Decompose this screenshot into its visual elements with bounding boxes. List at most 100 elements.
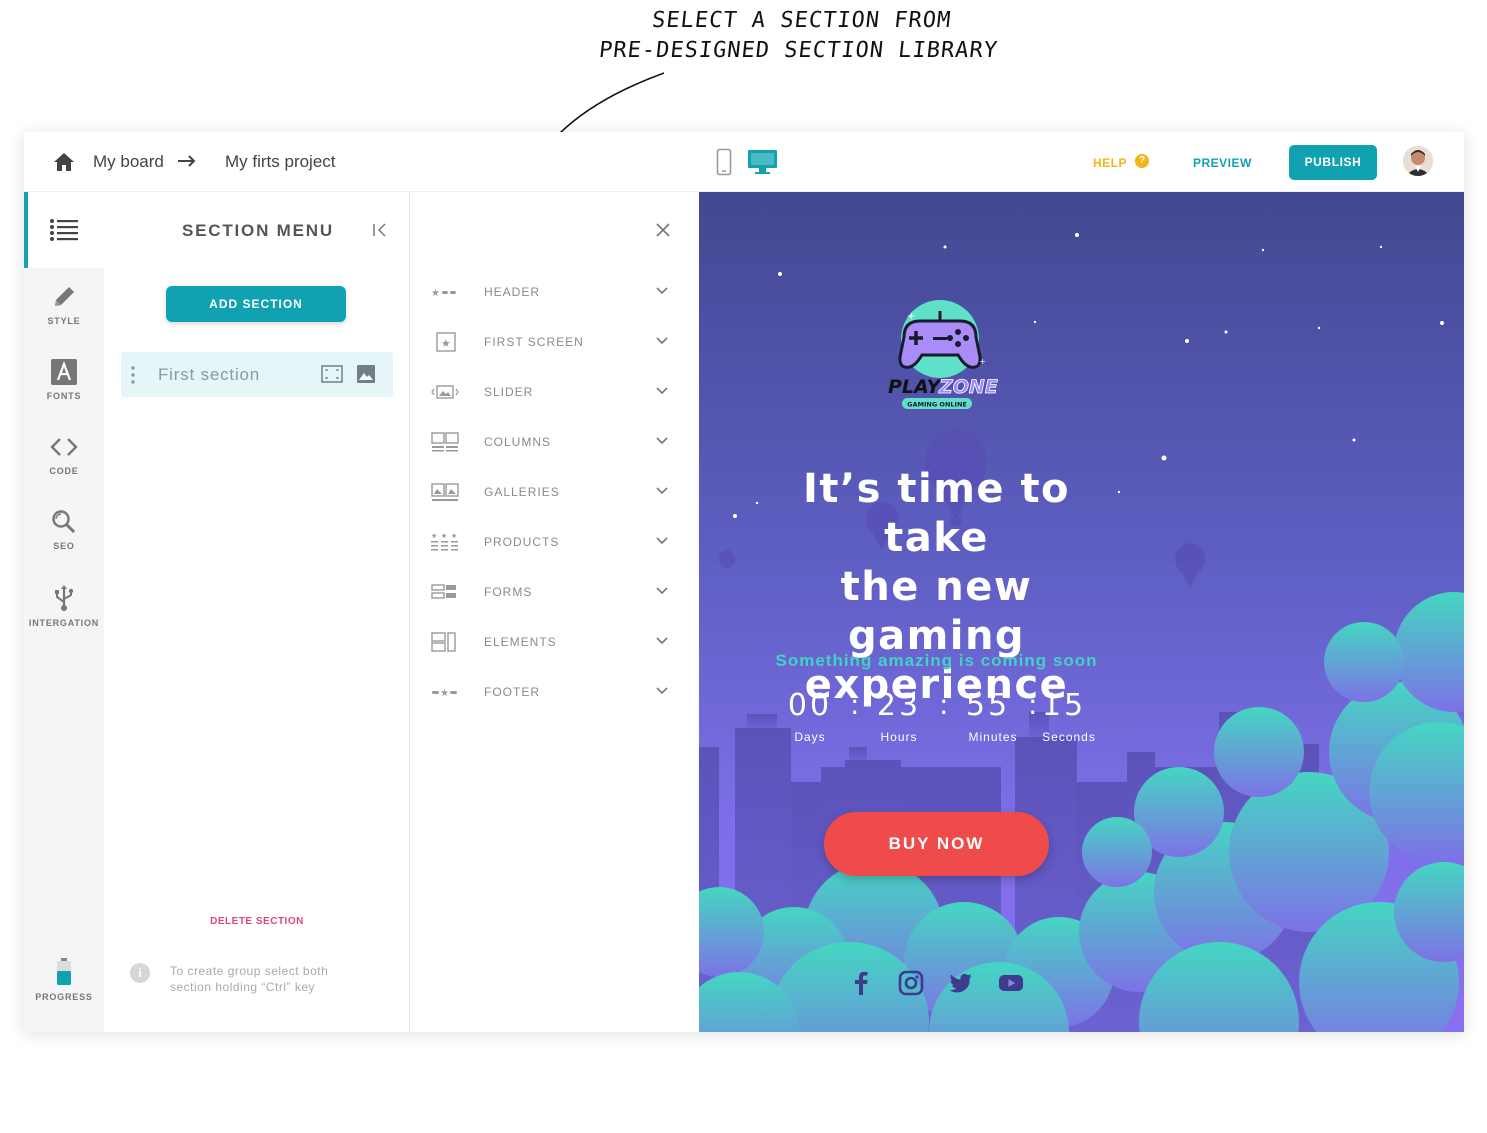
library-item-galleries[interactable]: GALLERIES [410, 477, 699, 507]
youtube-icon[interactable] [998, 970, 1024, 996]
twitter-icon[interactable] [948, 970, 974, 996]
svg-text:+: + [979, 357, 986, 366]
preview-link[interactable]: PREVIEW [1193, 156, 1252, 170]
library-item-products[interactable]: ★ ★ ★ PRODUCTS [410, 527, 699, 557]
countdown-separator: : [939, 688, 949, 721]
group-hint-text: To create group select both section hold… [170, 964, 329, 994]
chevron-down-icon [656, 287, 668, 295]
facebook-icon[interactable] [848, 970, 874, 996]
avatar[interactable] [1403, 146, 1433, 176]
tool-sidebar: STYLE FONTS CODE SEO INTERGATION PROGRES… [24, 192, 104, 1032]
elements-icon [431, 632, 456, 652]
svg-text:+: + [907, 311, 915, 322]
countdown-days-value: 00 [787, 688, 833, 723]
galleries-icon [431, 483, 459, 501]
usb-icon [55, 585, 74, 611]
builder-window: My board My firts project HELP ? PREVIEW… [24, 132, 1464, 1032]
battery-progress-icon[interactable] [56, 958, 72, 986]
slider-icon [431, 385, 459, 399]
drag-handle-icon[interactable] [131, 366, 135, 384]
seo-search-icon [52, 510, 76, 534]
countdown-days-label: Days [794, 730, 826, 744]
section-menu-tab[interactable] [24, 192, 104, 268]
page-preview-canvas[interactable]: + + PLAY ZONE GAMING ONLINE It’s time to… [699, 192, 1464, 1032]
headline-line-2: the new gaming [840, 564, 1033, 659]
tool-label: STYLE [47, 316, 81, 326]
chevron-down-icon [656, 487, 668, 495]
svg-text:★: ★ [431, 532, 437, 540]
logo-text-zone: ZONE [938, 376, 998, 398]
breadcrumb-board[interactable]: My board [93, 152, 164, 172]
header-icon: ★ [431, 288, 456, 299]
library-item-elements[interactable]: ELEMENTS [410, 627, 699, 657]
close-icon[interactable] [656, 223, 670, 237]
library-item-first-screen[interactable]: ★ FIRST SCREEN [410, 327, 699, 357]
tool-style[interactable]: STYLE [24, 284, 104, 326]
columns-icon [431, 432, 459, 452]
svg-text:★: ★ [441, 337, 451, 350]
help-link[interactable]: HELP [1093, 156, 1127, 170]
active-indicator [24, 192, 28, 268]
forms-icon [431, 584, 456, 599]
section-layout-icon[interactable] [321, 365, 343, 383]
library-item-footer[interactable]: ★ FOOTER [410, 677, 699, 707]
chevron-down-icon [656, 637, 668, 645]
countdown-minutes-value: 55 [965, 688, 1011, 723]
logo-text-play: PLAY [888, 376, 943, 398]
annotation-line-2: PRE-DESIGNED SECTION LIBRARY [597, 38, 1000, 63]
delete-section-link[interactable]: DELETE SECTION [104, 916, 410, 927]
arrow-right-icon [178, 155, 196, 167]
library-item-slider[interactable]: SLIDER [410, 377, 699, 407]
annotation-text: SELECT A SECTION FROM PRE-DESIGNED SECTI… [537, 6, 1063, 66]
library-item-label: PRODUCTS [484, 535, 560, 549]
chevron-down-icon [656, 687, 668, 695]
library-item-forms[interactable]: FORMS [410, 577, 699, 607]
countdown-seconds-value: 15 [1041, 688, 1087, 723]
footer-icon: ★ [432, 688, 457, 699]
add-section-button[interactable]: ADD SECTION [166, 286, 346, 322]
tool-label: CODE [49, 466, 79, 476]
collapse-panel-icon[interactable] [372, 222, 388, 238]
avatar-photo [1403, 146, 1433, 176]
library-item-label: HEADER [484, 285, 541, 299]
breadcrumb-project[interactable]: My firts project [225, 152, 336, 172]
hero-headline: It’s time to take the new gaming experie… [759, 465, 1114, 710]
chevron-down-icon [656, 437, 668, 445]
tool-integration[interactable]: INTERGATION [24, 584, 104, 628]
desktop-view-icon[interactable] [747, 148, 778, 176]
tool-fonts[interactable]: FONTS [24, 359, 104, 401]
buy-now-button[interactable]: BUY NOW [824, 812, 1049, 876]
tool-seo[interactable]: SEO [24, 509, 104, 551]
section-list-item[interactable]: First section [121, 352, 393, 397]
chevron-down-icon [656, 337, 668, 345]
code-icon [50, 438, 78, 456]
svg-text:★: ★ [440, 688, 449, 699]
tool-code[interactable]: CODE [24, 434, 104, 476]
section-name[interactable]: First section [158, 365, 260, 385]
library-item-label: COLUMNS [484, 435, 552, 449]
playzone-logo: + + PLAY ZONE GAMING ONLINE [888, 300, 998, 409]
home-icon[interactable] [53, 152, 75, 172]
library-item-header[interactable]: ★ HEADER [410, 277, 699, 307]
countdown-minutes-label: Minutes [968, 730, 1018, 744]
instagram-icon[interactable] [898, 970, 924, 996]
publish-button[interactable]: PUBLISH [1289, 145, 1377, 180]
library-item-label: FORMS [484, 585, 533, 599]
section-library-panel: ★ HEADER ★ FIRST SCREEN SLIDER COLUMNS G… [410, 192, 699, 1032]
mobile-view-icon[interactable] [716, 148, 732, 176]
logo-tagline: GAMING ONLINE [907, 401, 967, 409]
tool-label: SEO [53, 541, 75, 551]
chevron-down-icon [656, 387, 668, 395]
library-item-label: ELEMENTS [484, 635, 557, 649]
top-bar: My board My firts project HELP ? PREVIEW… [24, 132, 1464, 192]
countdown-separator: : [850, 688, 860, 721]
help-icon[interactable]: ? [1135, 154, 1149, 168]
section-background-image-icon[interactable] [357, 365, 375, 383]
countdown-separator: : [1028, 688, 1038, 721]
countdown-seconds-label: Seconds [1042, 730, 1096, 744]
library-item-columns[interactable]: COLUMNS [410, 427, 699, 457]
list-icon [50, 219, 78, 241]
library-item-label: FIRST SCREEN [484, 335, 584, 349]
progress-label: PROGRESS [35, 992, 93, 1002]
annotation-line-1: SELECT A SECTION FROM [650, 8, 953, 33]
